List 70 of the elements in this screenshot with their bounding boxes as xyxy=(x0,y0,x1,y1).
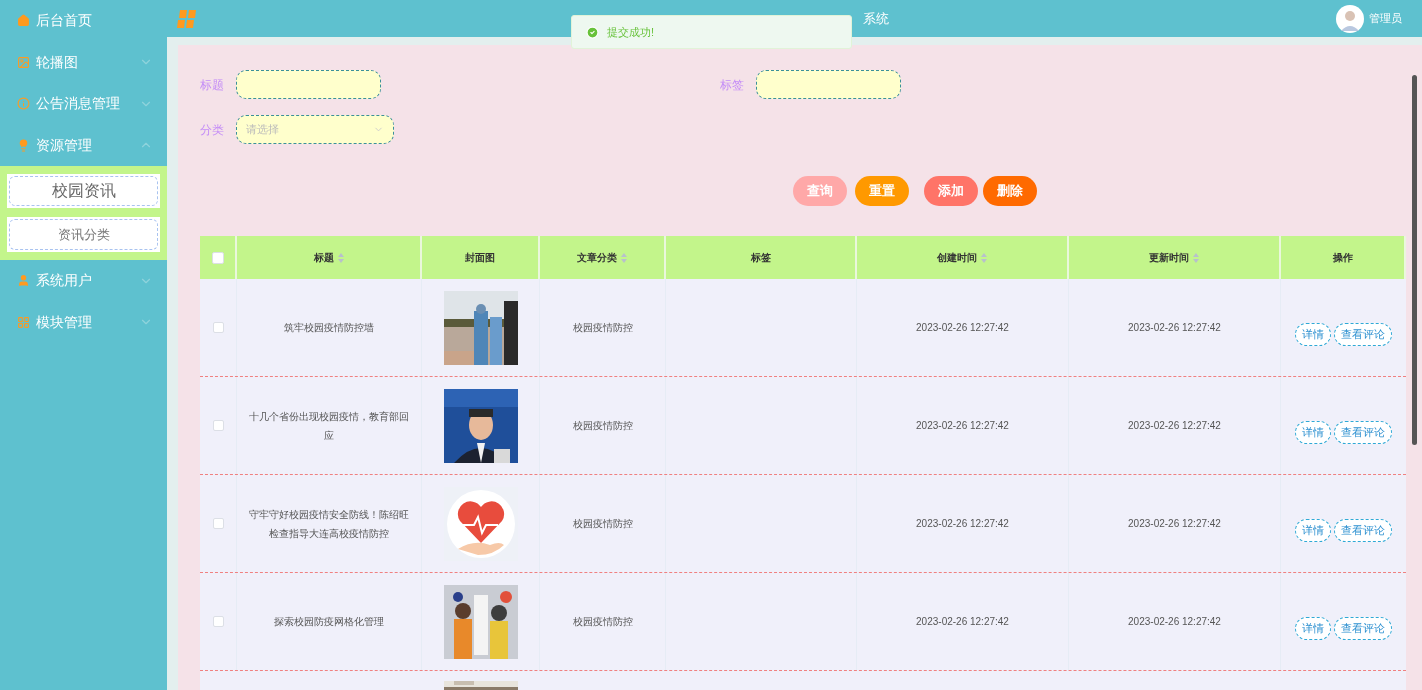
column-title: 封面图 xyxy=(465,251,495,265)
row-action-button[interactable]: 详情 xyxy=(1295,420,1331,444)
grid-icon xyxy=(17,315,30,329)
sidebar-item[interactable]: 轮播图 xyxy=(0,41,167,83)
sort-icon[interactable] xyxy=(621,252,627,263)
table-cell-text: 2023-02-26 12:27:42 xyxy=(1128,321,1221,335)
sort-icon[interactable] xyxy=(981,252,987,263)
row-action-button[interactable]: 查看评论 xyxy=(1334,518,1392,542)
scrollbar[interactable] xyxy=(1406,45,1422,690)
column-title: 文章分类 xyxy=(577,251,617,265)
sort-icon[interactable] xyxy=(337,252,344,263)
row-action-button[interactable]: 详情 xyxy=(1295,616,1331,640)
column-title: 创建时间 xyxy=(937,251,977,265)
table-cell-text: 2023-02-26 12:27:42 xyxy=(1128,615,1221,629)
sidebar-item[interactable]: 系统用户 xyxy=(0,260,167,302)
action-button[interactable]: 添加 xyxy=(924,176,978,206)
logo-icon xyxy=(177,9,197,28)
checkbox[interactable] xyxy=(212,322,224,333)
user-name: 管理员 xyxy=(1369,11,1402,27)
sidebar-item[interactable]: 公告消息管理 xyxy=(0,83,167,125)
submenu-item[interactable]: 资讯分类 xyxy=(7,217,160,252)
lightbulb-icon xyxy=(17,138,30,152)
submenu-item[interactable]: 校园资讯 xyxy=(7,174,160,208)
image-icon xyxy=(17,55,30,69)
checkbox[interactable] xyxy=(212,518,224,529)
column-title: 标签 xyxy=(750,251,771,265)
column-title: 标题 xyxy=(313,251,334,265)
table-cell-text: 筑牢校园疫情防控墙 xyxy=(283,321,375,335)
checkbox[interactable] xyxy=(211,251,224,264)
column-title: 更新时间 xyxy=(1149,251,1189,265)
user-icon xyxy=(17,274,30,288)
table-cell-text: 校园疫情防控 xyxy=(572,321,633,335)
table-cell-text: 校园疫情防控 xyxy=(572,419,633,433)
column-title: 操作 xyxy=(1332,251,1353,265)
text-field[interactable] xyxy=(236,70,381,99)
avatar xyxy=(1336,4,1364,33)
success-icon xyxy=(586,25,599,39)
row-action-button[interactable]: 详情 xyxy=(1295,322,1331,346)
home-icon xyxy=(17,14,30,28)
sort-icon[interactable] xyxy=(1193,252,1199,263)
filter-label: 标题 xyxy=(200,76,225,94)
action-button[interactable]: 重置 xyxy=(855,176,909,206)
table-cell-text: 2023-02-26 12:27:42 xyxy=(1128,419,1221,433)
table-cell-text: 2023-02-26 12:27:42 xyxy=(916,517,1009,531)
filter-label: 标签 xyxy=(720,76,745,94)
checkbox[interactable] xyxy=(212,616,224,627)
table-cell-text: 2023-02-26 12:27:42 xyxy=(916,419,1009,433)
row-action-button[interactable]: 查看评论 xyxy=(1334,322,1392,346)
system-title: 系统 xyxy=(863,9,889,28)
table-cell-text: 2023-02-26 12:27:42 xyxy=(1128,517,1221,531)
row-action-button[interactable]: 详情 xyxy=(1295,518,1331,542)
sidebar-item[interactable]: 资源管理 xyxy=(0,124,167,166)
sidebar-item[interactable]: 后台首页 xyxy=(0,0,167,42)
table-cell-text: 校园疫情防控 xyxy=(572,615,633,629)
table-cell-text: 2023-02-26 12:27:42 xyxy=(916,321,1009,335)
checkbox[interactable] xyxy=(212,420,224,431)
table-cell-text: 校园疫情防控 xyxy=(572,517,633,531)
table-cell-text: 十几个省份出现校园疫情，教育部回应 xyxy=(248,409,410,443)
filter-label: 分类 xyxy=(200,121,225,139)
toast-message: 提交成功! xyxy=(607,24,655,40)
table-cell-text: 探索校园防疫网格化管理 xyxy=(273,615,385,629)
table-cell-text: 2023-02-26 12:27:42 xyxy=(916,615,1009,629)
text-field[interactable] xyxy=(756,70,901,99)
table-cell-text: 守牢守好校园疫情安全防线！陈绍旺检查指导大连高校疫情防控 xyxy=(248,507,410,541)
category-select[interactable]: 请选择 xyxy=(236,115,394,144)
info-icon xyxy=(17,97,30,111)
row-action-button[interactable]: 查看评论 xyxy=(1334,420,1392,444)
sidebar-item[interactable]: 模块管理 xyxy=(0,301,167,343)
action-button[interactable]: 删除 xyxy=(983,176,1037,206)
row-action-button[interactable]: 查看评论 xyxy=(1334,616,1392,640)
